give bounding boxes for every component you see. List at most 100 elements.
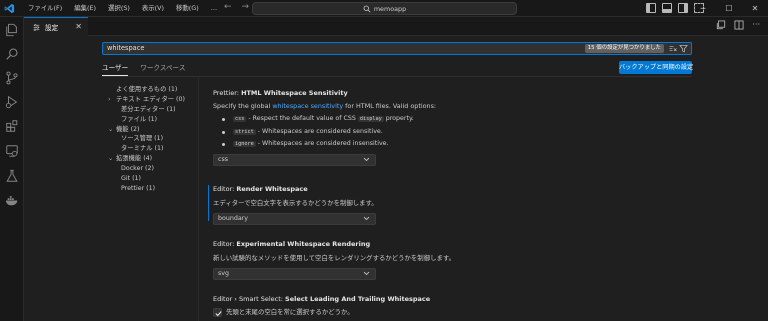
remote-explorer-icon[interactable]: [5, 144, 19, 158]
search-view-icon[interactable]: [5, 47, 19, 61]
back-arrow-icon[interactable]: ←: [224, 2, 232, 12]
setting-title: Prettier: HTML Whitespace Sensitivity: [213, 89, 436, 97]
setting-category: Editor:: [213, 185, 237, 193]
setting-key: Select Leading And Trailing Whitespace: [285, 295, 431, 303]
nav-arrows: ← →: [224, 2, 249, 12]
list-item: strict - Whitespaces are considered sens…: [213, 126, 436, 139]
tab-workspace[interactable]: ワークスペース: [140, 62, 185, 76]
setting-description: エディターで空白文字を表示するかどうかを制御します。: [213, 199, 378, 207]
code-snippet: ignore: [233, 141, 256, 147]
setting-checkbox-row: 先頭と末尾の空白を常に選択するかどうか。: [213, 307, 430, 317]
toc-item[interactable]: Prettier (1): [108, 184, 185, 194]
settings-scope-tabs: ユーザー ワークスペース: [102, 62, 185, 76]
setting-key: HTML Whitespace Sensitivity: [241, 89, 348, 97]
filter-icon[interactable]: [679, 44, 688, 53]
toc-item-label: テキスト エディター (0): [116, 95, 185, 103]
toc-item[interactable]: Docker (2): [108, 164, 185, 174]
title-bar: ファイル(F) 編集(E) 選択(S) 表示(V) 移動(G) … ← → me…: [0, 0, 768, 17]
toc-item-label: よく使用するもの (1): [116, 86, 178, 93]
search-value: whitespace: [107, 44, 145, 52]
scope-divider: [102, 76, 692, 77]
list-item: ignore - Whitespaces are considered inse…: [213, 138, 436, 151]
toggle-panel-icon[interactable]: [662, 3, 672, 13]
source-control-icon[interactable]: [5, 71, 19, 85]
toggle-secondary-sidebar-icon[interactable]: [678, 3, 688, 13]
toc-item[interactable]: Git (1): [108, 174, 185, 184]
menu-edit[interactable]: 編集(E): [68, 0, 102, 17]
bullet-text: - Whitespaces are considered sensitive.: [255, 127, 383, 135]
toc-item[interactable]: ⌄ 拡張機能 (4): [108, 154, 185, 164]
toc-item[interactable]: › テキスト エディター (0): [108, 95, 185, 105]
setting-smart-select-whitespace: Editor › Smart Select: Select Leading An…: [213, 295, 430, 317]
testing-flask-icon[interactable]: [5, 169, 19, 183]
toc-item[interactable]: ファイル (1): [108, 115, 185, 125]
backup-sync-button[interactable]: バックアップと同期の設定: [619, 61, 693, 74]
bullet-text: - Respect the default value of CSS: [246, 115, 358, 122]
code-snippet: display: [357, 116, 384, 122]
toc-item-label: ソース管理 (1): [121, 135, 164, 143]
render-whitespace-select[interactable]: boundary: [213, 213, 376, 225]
experimental-whitespace-select[interactable]: svg: [213, 268, 376, 280]
desc-text: Specify the global: [213, 102, 273, 110]
menu-more[interactable]: …: [205, 0, 223, 17]
settings-search-input[interactable]: whitespace 15 個の設定が見つかりました: [102, 42, 692, 55]
toc-item[interactable]: ⌄ 機能 (2): [108, 125, 185, 135]
toc-chevron-icon: ›: [108, 95, 111, 103]
desc-text: for HTML files. Valid options:: [343, 102, 437, 110]
html-whitespace-select[interactable]: css: [213, 153, 376, 166]
explorer-icon[interactable]: [5, 23, 19, 37]
run-debug-icon[interactable]: [5, 95, 19, 109]
toc-item[interactable]: ターミナル (1): [108, 144, 185, 154]
toggle-primary-sidebar-icon[interactable]: [646, 3, 656, 13]
split-editor-icon[interactable]: [734, 20, 744, 30]
chevron-down-icon: [363, 216, 370, 221]
forward-arrow-icon[interactable]: →: [242, 2, 250, 12]
setting-title: Editor: Experimental Whitespace Renderin…: [213, 240, 455, 248]
menu-view[interactable]: 表示(V): [136, 0, 170, 17]
toc-item-label: ターミナル (1): [121, 145, 164, 153]
setting-title: Editor › Smart Select: Select Leading An…: [213, 295, 430, 303]
setting-key: Render Whitespace: [236, 185, 308, 193]
toc-item-label: 機能 (2): [116, 125, 140, 133]
menu-selection[interactable]: 選択(S): [102, 0, 136, 17]
setting-experimental-whitespace-rendering: Editor: Experimental Whitespace Renderin…: [213, 240, 455, 280]
close-icon[interactable]: ✕: [75, 22, 82, 31]
whitespace-sensitivity-link[interactable]: whitespace sensitivity: [272, 102, 343, 110]
menu-bar: ファイル(F) 編集(E) 選択(S) 表示(V) 移動(G) …: [22, 0, 223, 17]
chevron-down-icon: [363, 157, 370, 161]
activity-bar: [0, 17, 24, 321]
minimize-icon[interactable]: ─: [690, 4, 716, 13]
open-settings-json-icon[interactable]: [716, 20, 726, 30]
extensions-icon[interactable]: [5, 119, 19, 133]
toc-item[interactable]: 差分エディター (1): [108, 105, 185, 115]
toc-item[interactable]: よく使用するもの (1): [108, 85, 185, 95]
setting-description: 新しい試験的なメソッドを使用して空白をレンダリングするかどうかを制御します。: [213, 254, 456, 262]
settings-toc: よく使用するもの (1) › テキスト エディター (0) 差分エディター (1) ファ…: [108, 85, 185, 194]
menu-go[interactable]: 移動(G): [170, 0, 205, 17]
clear-filter-icon[interactable]: [669, 45, 677, 52]
command-center-label: memoapp: [373, 4, 407, 13]
more-actions-icon[interactable]: ···: [752, 20, 760, 30]
chevron-down-icon: [363, 271, 370, 276]
tab-user[interactable]: ユーザー: [102, 62, 129, 76]
bullet-text: - Whitespaces are considered insensitive…: [255, 140, 389, 147]
select-whitespace-checkbox[interactable]: [213, 307, 222, 317]
check-icon: [215, 310, 222, 316]
toc-item[interactable]: ソース管理 (1): [108, 134, 185, 144]
bullet-text: property.: [383, 115, 414, 122]
code-snippet: css: [233, 116, 247, 122]
tab-settings[interactable]: 設定 ✕: [24, 17, 88, 36]
list-divider: [198, 78, 199, 321]
select-value: css: [218, 155, 229, 163]
setting-description: Specify the global whitespace sensitivit…: [213, 102, 436, 110]
command-center[interactable]: memoapp: [252, 2, 517, 15]
toc-chevron-icon: ⌄: [108, 155, 114, 163]
setting-category: Editor:: [213, 240, 237, 248]
menu-file[interactable]: ファイル(F): [22, 0, 68, 17]
close-window-icon[interactable]: ✕: [742, 4, 768, 13]
setting-key: Experimental Whitespace Rendering: [236, 240, 371, 248]
maximize-icon[interactable]: ☐: [716, 4, 742, 13]
setting-category: Prettier:: [213, 89, 242, 97]
search-icon: [363, 5, 371, 13]
docker-icon[interactable]: [5, 193, 19, 207]
